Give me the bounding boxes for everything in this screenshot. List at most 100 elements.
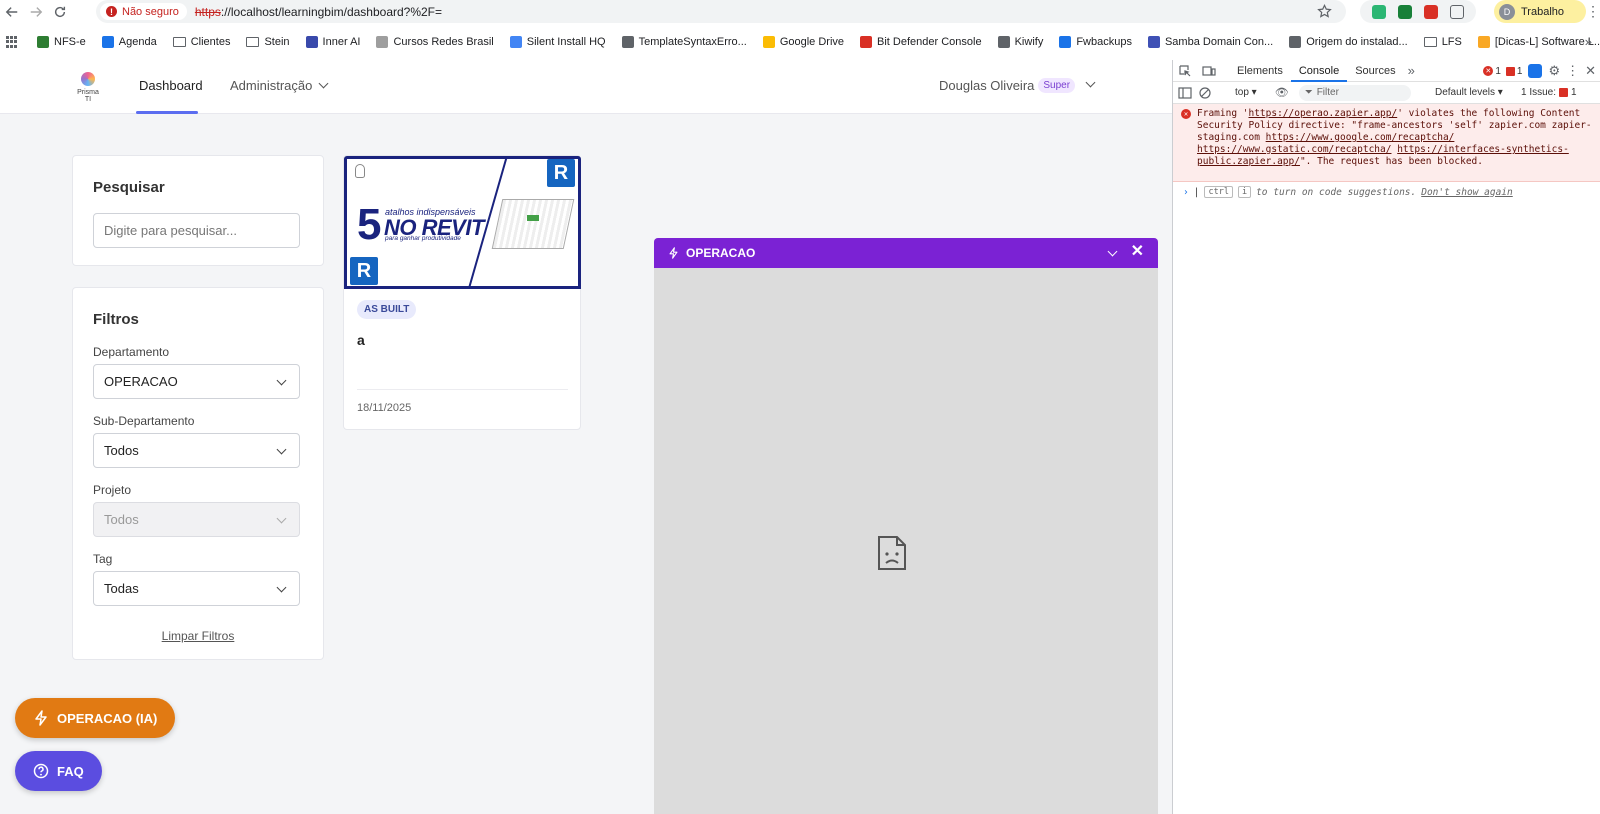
issues-count: 1 [1571,87,1577,98]
faq-button[interactable]: FAQ [15,751,102,791]
error-link[interactable]: https://operao.zapier.app/ [1248,108,1397,119]
security-chip[interactable]: ! Não seguro [100,3,187,20]
prompt-chevron-icon: › [1183,186,1189,198]
nav-administracao[interactable]: Administração [230,78,329,93]
folder-icon [172,37,186,47]
bookmark-item[interactable]: Samba Domain Con... [1147,36,1274,48]
bookmark-item[interactable]: Inner AI [305,36,361,48]
bookmark-label: Samba Domain Con... [1164,36,1274,48]
user-menu[interactable]: Douglas Oliveira Super [939,77,1096,93]
console-prompt[interactable]: › | ctrl i to turn on code suggestions. … [1173,182,1600,202]
chevron-down-icon [1085,77,1096,88]
extension-icon[interactable] [1398,4,1412,19]
bookmark-label: NFS-e [54,36,86,48]
close-icon[interactable]: ✕ [1131,244,1144,260]
bookmark-label: Clientes [190,36,231,48]
article-card[interactable]: 5 atalhos indispensáveis NO REVIT para g… [343,155,581,430]
device-toolbar-icon[interactable] [1202,64,1216,78]
bookmark-item[interactable]: NFS-e [37,36,86,48]
apps-grid-icon[interactable] [6,36,17,48]
bookmark-item[interactable]: Stein [246,36,290,48]
bookmark-star-icon[interactable] [1317,4,1332,19]
issue-flag-icon [1505,66,1515,76]
bookmark-item[interactable]: LFS [1423,36,1462,48]
back-button[interactable] [0,1,24,23]
filters-title: Filtros [93,311,139,328]
kebab-menu-icon[interactable]: ⋮ [1566,63,1579,79]
address-bar[interactable]: ! Não seguro https://localhost/learningb… [96,0,1346,23]
search-input[interactable] [93,213,300,248]
favicon-icon [621,36,634,48]
context-select[interactable]: top ▾ [1235,87,1257,98]
nav-dashboard[interactable]: Dashboard [139,78,203,93]
filters-card: Filtros Departamento OPERACAO Sub-Depart… [72,287,324,660]
settings-gear-icon[interactable]: ⚙ [1548,63,1560,79]
devtools-tab-sources[interactable]: Sources [1347,60,1403,82]
log-levels-select[interactable]: Default levels ▾ [1435,87,1503,98]
logo-mark-icon [81,72,95,86]
operacao-ai-button[interactable]: OPERACAO (IA) [15,698,176,738]
dont-show-again-link[interactable]: Don't show again [1421,187,1513,198]
extension-icon[interactable] [1372,4,1386,19]
more-tabs-icon[interactable]: » [1408,63,1415,78]
inspect-icon[interactable] [1178,64,1192,78]
revit-logo-icon: R [547,159,575,187]
bookmark-item[interactable]: Kiwify [997,36,1043,48]
bookmark-item[interactable]: Clientes [172,36,231,48]
devtools-panel: Elements Console Sources » ✕ 1 1 ⚙ ⋮ ✕ top ▾… [1172,60,1600,814]
error-icon: ✕ [1181,109,1191,119]
console-error-message[interactable]: ✕ Framing 'https://operao.zapier.app/' v… [1173,104,1600,182]
bookmark-item[interactable]: [Dicas-L] Software L... [1477,36,1600,48]
project-select: Todos [93,502,300,537]
favicon-icon [101,36,114,48]
devtools-tab-console[interactable]: Console [1290,60,1348,82]
issues-counter[interactable]: 1 Issue: 1 [1521,87,1577,98]
forward-button[interactable] [24,1,48,23]
bookmark-item[interactable]: Bit Defender Console [860,36,982,48]
bookmark-label: Cursos Redes Brasil [393,36,494,48]
broken-page-icon [878,536,906,570]
bookmark-item[interactable]: Cursos Redes Brasil [376,36,494,48]
department-select[interactable]: OPERACAO [93,364,300,399]
profile-chip[interactable]: D Trabalho [1494,0,1586,23]
more-bookmarks-icon[interactable]: » [1585,34,1592,49]
kbd-key: ctrl [1204,186,1233,198]
folder-icon [246,37,260,47]
tag-select[interactable]: Todas [93,571,300,606]
close-devtools-icon[interactable]: ✕ [1585,63,1596,79]
bookmark-item[interactable]: Silent Install HQ [509,36,606,48]
kebab-menu-icon[interactable]: ⋮ [1586,3,1600,21]
reload-button[interactable] [48,1,72,23]
bookmark-item[interactable]: Origem do instalad... [1289,36,1408,48]
pdf-extension-icon[interactable] [1424,4,1438,19]
chat-widget-header: OPERACAO ✕ [654,238,1158,268]
tag-value: Todas [104,581,139,596]
error-link[interactable]: https://www.gstatic.com/recaptcha/ [1197,144,1391,155]
sidebar-toggle-icon[interactable] [1178,86,1192,100]
article-thumbnail[interactable]: 5 atalhos indispensáveis NO REVIT para g… [344,156,581,289]
article-title[interactable]: a [357,332,365,348]
operacao-ai-label: OPERACAO (IA) [57,710,158,726]
subdepartment-select[interactable]: Todos [93,433,300,468]
console-filter-input[interactable]: ⏷ Filter [1298,84,1411,101]
bookmark-item[interactable]: Agenda [101,36,157,48]
devtools-tab-elements[interactable]: Elements [1229,60,1291,82]
profile-label: Trabalho [1521,5,1565,18]
minimize-icon[interactable] [1107,246,1118,257]
clear-console-icon[interactable] [1198,86,1212,100]
error-link[interactable]: https://www.google.com/recaptcha/ [1266,132,1455,143]
eye-icon[interactable]: 👁 [1275,86,1289,99]
prompt-hint: to turn on code suggestions. [1256,186,1417,198]
subdepartment-label: Sub-Departamento [93,414,195,428]
puzzle-icon[interactable] [1450,4,1464,19]
bookmark-item[interactable]: Fwbackups [1059,36,1132,48]
logo[interactable]: Prisma TI [74,72,102,103]
bookmark-item[interactable]: Google Drive [762,36,844,48]
ai-assistance-icon[interactable] [1528,64,1543,78]
bookmark-label: TemplateSyntaxErro... [638,36,747,48]
bookmark-label: Inner AI [322,36,361,48]
error-counter[interactable]: ✕ 1 1 [1483,66,1522,77]
arrow-left-icon [5,7,18,17]
bookmark-item[interactable]: TemplateSyntaxErro... [621,36,747,48]
clear-filters-link[interactable]: Limpar Filtros [73,629,323,643]
